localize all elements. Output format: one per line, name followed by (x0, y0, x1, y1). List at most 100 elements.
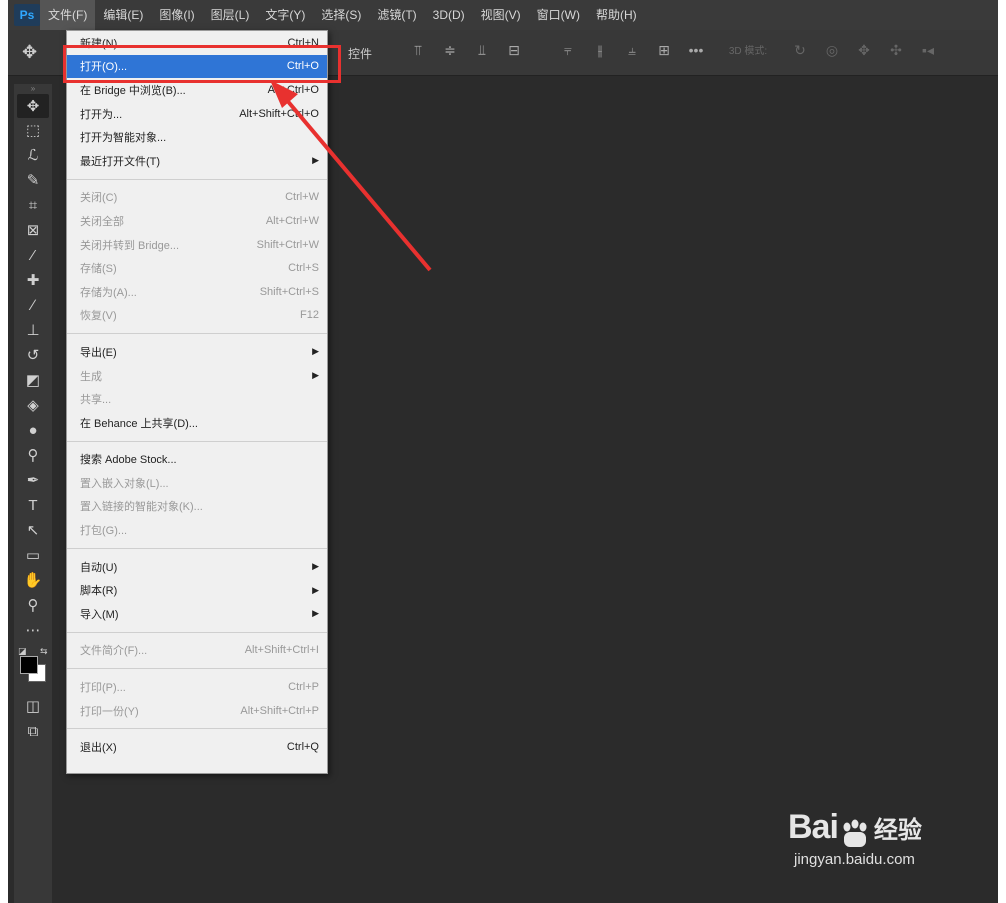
menu-file[interactable]: 文件(F) (40, 0, 96, 30)
hand-tool-icon[interactable]: ✋ (14, 568, 52, 592)
menu-type[interactable]: 文字(Y) (257, 0, 313, 30)
orbit-3d-icon[interactable]: ↻ (790, 42, 810, 59)
menu-3d[interactable]: 3D(D) (425, 0, 473, 30)
file-menu-item[interactable]: 在 Bridge 中浏览(B)... Alt+Ctrl+O (67, 78, 327, 102)
more-tools-icon[interactable]: ⋯ (14, 618, 52, 642)
menu-item-label: 脚本(R) (80, 585, 118, 598)
menu-window[interactable]: 窗口(W) (529, 0, 588, 30)
menu-edit[interactable]: 编辑(E) (95, 0, 151, 30)
frame-tool-icon[interactable]: ⊠ (14, 218, 52, 242)
type-tool-icon[interactable]: T (14, 493, 52, 517)
menu-select[interactable]: 选择(S) (313, 0, 369, 30)
zoom-tool-icon[interactable]: ⚲ (14, 593, 52, 617)
file-menu-item[interactable]: 在 Behance 上共享(D)... (67, 411, 327, 435)
eraser-tool-icon[interactable]: ◩ (14, 368, 52, 392)
menu-layer[interactable]: 图层(L) (203, 0, 258, 30)
distribute-middle-icon[interactable]: ⫲ (590, 42, 610, 59)
menu-item-label: 打开(O)... (80, 61, 128, 74)
rectangle-tool-icon[interactable]: ▭ (14, 543, 52, 567)
move-options-icon[interactable]: ✥ (22, 42, 44, 64)
menu-separator (67, 333, 327, 335)
align-middle-icon[interactable]: ≑ (440, 42, 460, 59)
screen-mode-icon[interactable]: ⧉ (14, 719, 52, 743)
marquee-tool-icon[interactable]: ⬚ (14, 118, 52, 142)
align-bottom-icon[interactable]: ⫫ (472, 42, 492, 59)
menu-help[interactable]: 帮助(H) (588, 0, 645, 30)
brush-tool-icon[interactable]: ∕ (14, 293, 52, 317)
file-menu-item[interactable]: 脚本(R) ▶ (67, 578, 327, 602)
menu-item-label: 自动(U) (80, 561, 118, 574)
align-center-icon[interactable]: ⊟ (504, 42, 524, 59)
menu-item-label: 存储为(A)... (80, 286, 137, 299)
tools-panel: » ✥ ⬚ ℒ ✎ ⌗ ⊠ ⁄ ✚ ∕ ⊥ ↺ ◩ ◈ ● ⚲ ✒ T ↖ ▭ ✋ ⚲ ⋯ ◪ ⇆ ◫ ⧉ (14, 84, 52, 903)
menu-item-label: 导出(E) (80, 346, 117, 359)
menu-item-shortcut: Ctrl+O (286, 60, 319, 73)
submenu-arrow-icon: ▶ (312, 370, 319, 381)
crop-tool-icon[interactable]: ⌗ (14, 193, 52, 217)
distribute-bottom-icon[interactable]: ⫨ (622, 42, 642, 59)
more-options-icon[interactable]: ••• (686, 42, 706, 59)
paint-bucket-tool-icon[interactable]: ◈ (14, 393, 52, 417)
menu-image[interactable]: 图像(I) (151, 0, 202, 30)
move-tool-icon[interactable]: ✥ (17, 94, 49, 118)
menu-item-label: 文件简介(F)... (80, 645, 148, 658)
dodge-tool-icon[interactable]: ⚲ (14, 443, 52, 467)
transform-controls-label[interactable]: 控件 (348, 45, 372, 62)
history-brush-tool-icon[interactable]: ↺ (14, 343, 52, 367)
file-menu-item[interactable]: 搜索 Adobe Stock... (67, 448, 327, 472)
menu-separator (67, 728, 327, 730)
pan-3d-icon[interactable]: ✥ (854, 42, 874, 59)
healing-brush-tool-icon[interactable]: ✚ (14, 268, 52, 292)
quick-select-tool-icon[interactable]: ✎ (14, 168, 52, 192)
quick-mask-icon[interactable]: ◫ (14, 694, 52, 718)
menu-item-shortcut: Ctrl+P (288, 681, 319, 694)
menu-item-shortcut: Alt+Shift+Ctrl+I (244, 644, 319, 657)
menu-item-shortcut: F12 (300, 309, 319, 322)
file-menu-item: 恢复(V) F12 (67, 304, 327, 328)
menu-view[interactable]: 视图(V) (473, 0, 529, 30)
path-select-tool-icon[interactable]: ↖ (14, 518, 52, 542)
file-menu-item: 存储为(A)... Shift+Ctrl+S (67, 280, 327, 304)
menu-item-shortcut: Ctrl+W (285, 191, 319, 204)
menu-item-label: 置入嵌入对象(L)... (80, 477, 169, 490)
menu-item-shortcut: Shift+Ctrl+W (256, 238, 319, 251)
file-menu-dropdown: 新建(N)... Ctrl+N 打开(O)... Ctrl+O 在 Bridge 中浏览… (66, 30, 328, 774)
menu-item-label: 置入链接的智能对象(K)... (80, 501, 203, 514)
file-menu-item[interactable]: 导出(E) ▶ (67, 340, 327, 364)
file-menu-item[interactable]: 导入(M) ▶ (67, 602, 327, 626)
panel-grip-icon[interactable]: » (14, 84, 52, 94)
menu-item-label: 新建(N)... (80, 37, 127, 50)
blur-tool-icon[interactable]: ● (14, 418, 52, 442)
menu-item-label: 打开为智能对象... (80, 132, 167, 145)
pen-tool-icon[interactable]: ✒ (14, 468, 52, 492)
menu-item-label: 共享... (80, 394, 112, 407)
file-menu-item[interactable]: 新建(N)... Ctrl+N (67, 31, 327, 55)
file-menu-item[interactable]: 打开为智能对象... (67, 125, 327, 149)
file-menu-item[interactable]: 打开为... Alt+Shift+Ctrl+O (67, 102, 327, 126)
swap-colors-icon[interactable]: ⇆ (40, 646, 48, 657)
menu-item-label: 最近打开文件(T) (80, 155, 161, 168)
roll-3d-icon[interactable]: ◎ (822, 42, 842, 59)
file-menu-item[interactable]: 退出(X) Ctrl+Q (67, 735, 327, 759)
scale-3d-icon[interactable]: ▪◂ (918, 42, 938, 59)
eyedropper-tool-icon[interactable]: ⁄ (14, 243, 52, 267)
file-menu-item: 打印(P)... Ctrl+P (67, 675, 327, 699)
menu-item-label: 关闭(C) (80, 192, 118, 205)
menu-item-shortcut: Ctrl+S (288, 262, 319, 275)
distribute-top-icon[interactable]: ⫧ (558, 42, 578, 59)
watermark-brand-left: Bai (788, 808, 839, 846)
menu-item-label: 关闭并转到 Bridge... (80, 239, 180, 252)
distribute-center-icon[interactable]: ⊞ (654, 42, 674, 59)
menu-item-label: 搜索 Adobe Stock... (80, 454, 177, 467)
file-menu-item[interactable]: 打开(O)... Ctrl+O (67, 54, 327, 79)
clone-stamp-tool-icon[interactable]: ⊥ (14, 318, 52, 342)
file-menu-item: 关闭并转到 Bridge... Shift+Ctrl+W (67, 233, 327, 257)
lasso-tool-icon[interactable]: ℒ (14, 143, 52, 167)
file-menu-item[interactable]: 自动(U) ▶ (67, 555, 327, 579)
slide-3d-icon[interactable]: ✣ (886, 42, 906, 59)
color-swatches: ◪ ⇆ (14, 646, 52, 694)
foreground-color-swatch[interactable] (20, 656, 38, 674)
file-menu-item[interactable]: 最近打开文件(T) ▶ (67, 149, 327, 173)
align-top-icon[interactable]: ⫪ (408, 42, 428, 59)
menu-filter[interactable]: 滤镜(T) (369, 0, 424, 30)
